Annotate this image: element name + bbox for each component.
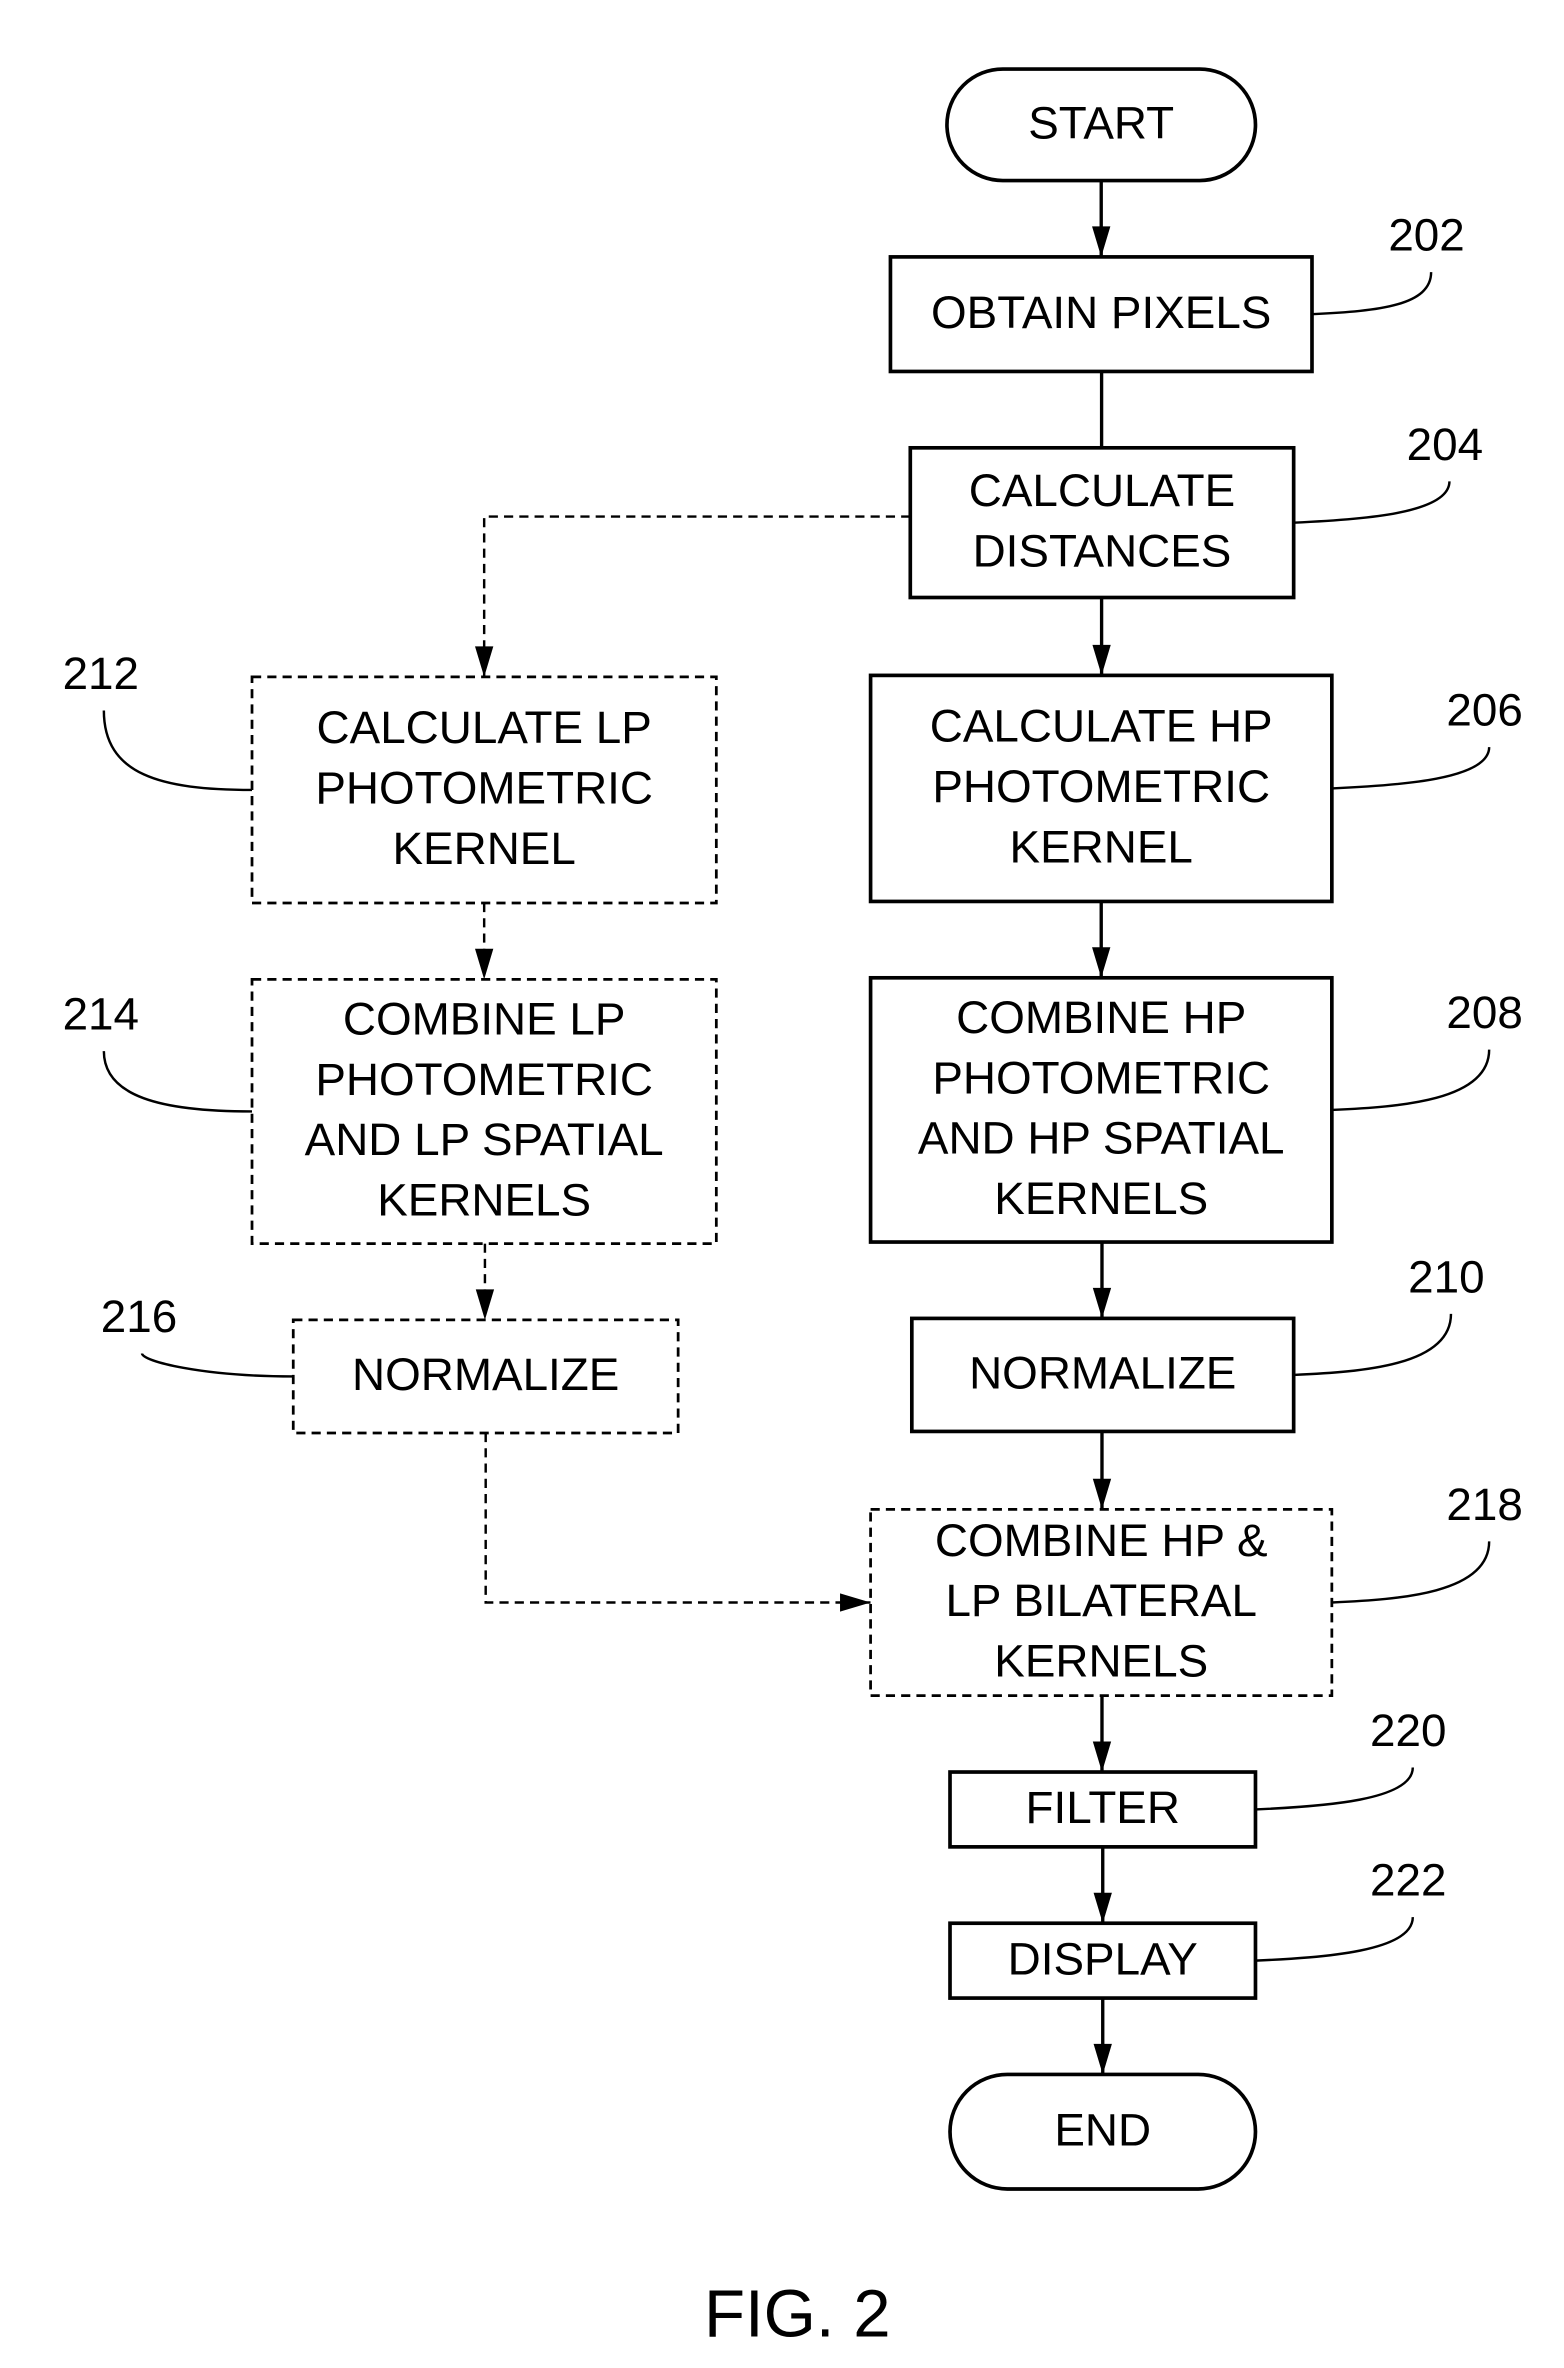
leader-line-208	[1331, 1049, 1491, 1112]
reference-numeral-214: 214	[63, 989, 139, 1040]
arrowhead-icon	[1092, 947, 1111, 978]
node-start: START	[945, 67, 1258, 183]
node-filter: FILTER	[948, 1770, 1258, 1849]
edge-calculate-distances-to-calculate-lp-kernel	[475, 515, 911, 677]
calculate-lp-kernel-label-line: CALCULATE LP	[317, 702, 652, 753]
leader-line-214	[102, 1051, 253, 1113]
edge-normalize-lp-to-combine-bilateral	[484, 1432, 871, 1612]
combine-hp-kernels-label-line: KERNELS	[994, 1173, 1208, 1224]
combine-hp-kernels-label-line: PHOTOMETRIC	[932, 1052, 1270, 1103]
arrowhead-icon	[1092, 1287, 1112, 1319]
reference-numeral-206: 206	[1446, 685, 1522, 736]
combine-hp-kernels-label-line: COMBINE HP	[956, 992, 1246, 1043]
combine-lp-kernels-label-line: PHOTOMETRIC	[315, 1054, 653, 1105]
arrowhead-icon	[1092, 644, 1111, 676]
node-calculate-lp-kernel: CALCULATE LP PHOTOMETRIC KERNEL	[250, 675, 718, 905]
reference-numeral-208: 208	[1446, 987, 1522, 1038]
edge-combine-bilateral-to-filter	[1092, 1695, 1112, 1773]
node-combine-hp-kernels: COMBINE HP PHOTOMETRIC AND HP SPATIAL KERNE…	[868, 975, 1334, 1244]
edge-combine-hp-kernels-to-normalize-hp	[1092, 1242, 1112, 1319]
leader-line-210	[1293, 1313, 1453, 1377]
edge-display-to-end	[1093, 1998, 1112, 2075]
reference-numeral-204: 204	[1407, 419, 1483, 470]
obtain-pixels-label-line: OBTAIN PIXELS	[931, 287, 1271, 338]
combine-lp-kernels-label-line: AND LP SPATIAL	[305, 1114, 664, 1165]
normalize-hp-label-line: NORMALIZE	[969, 1348, 1236, 1399]
leader-line-220	[1255, 1767, 1415, 1811]
connector-line	[484, 1432, 871, 1604]
node-normalize-hp: NORMALIZE	[909, 1316, 1296, 1434]
combine-bilateral-label-line: LP BILATERAL	[945, 1575, 1257, 1626]
combine-bilateral-label-line: KERNELS	[994, 1635, 1208, 1686]
edge-start-to-obtain-pixels	[1092, 180, 1111, 257]
edge-calculate-distances-to-calculate-hp-kernel	[1092, 597, 1111, 676]
reference-numeral-210: 210	[1408, 1251, 1484, 1302]
reference-numeral-216: 216	[101, 1291, 177, 1342]
node-obtain-pixels: OBTAIN PIXELS	[888, 255, 1314, 374]
combine-hp-kernels-label-line: AND HP SPATIAL	[918, 1113, 1285, 1164]
node-display: DISPLAY	[948, 1921, 1258, 2000]
edge-combine-lp-kernels-to-normalize-lp	[475, 1243, 495, 1320]
calculate-lp-kernel-label-line: PHOTOMETRIC	[315, 763, 653, 814]
node-calculate-distances: CALCULATE DISTANCES	[908, 445, 1296, 600]
calculate-hp-kernel-label-line: KERNEL	[1010, 821, 1193, 872]
end-label-line: END	[1054, 2104, 1151, 2155]
calculate-lp-kernel-label-line: KERNEL	[393, 823, 576, 874]
display-label-line: DISPLAY	[1008, 1933, 1198, 1984]
figure-caption: FIG. 2	[704, 2277, 891, 2352]
leader-line-222	[1255, 1916, 1415, 1962]
leader-line-202	[1311, 272, 1433, 316]
arrowhead-icon	[475, 1289, 495, 1320]
arrowhead-icon	[1093, 1892, 1112, 1924]
calculate-distances-label-line: CALCULATE	[969, 465, 1235, 516]
combine-lp-kernels-label-line: KERNELS	[377, 1175, 591, 1226]
edge-normalize-hp-to-combine-bilateral	[1092, 1431, 1112, 1510]
leader-line-206	[1331, 747, 1491, 790]
leader-line-212	[102, 710, 253, 792]
node-end: END	[948, 2072, 1258, 2191]
reference-numeral-222: 222	[1370, 1855, 1446, 1906]
start-label-line: START	[1028, 97, 1174, 148]
node-normalize-lp: NORMALIZE	[291, 1318, 680, 1435]
leader-line-216	[140, 1352, 294, 1378]
combine-lp-kernels-label-line: COMBINE LP	[343, 994, 626, 1045]
arrowhead-icon	[1092, 226, 1111, 257]
arrowhead-icon	[1092, 1741, 1112, 1773]
combine-bilateral-label-line: COMBINE HP &	[935, 1515, 1268, 1566]
calculate-hp-kernel-label-line: CALCULATE HP	[930, 701, 1273, 752]
arrowhead-icon	[475, 646, 494, 677]
edge-calculate-hp-kernel-to-combine-hp-kernels	[1092, 901, 1111, 978]
calculate-hp-kernel-label-line: PHOTOMETRIC	[932, 761, 1270, 812]
node-calculate-hp-kernel: CALCULATE HP PHOTOMETRIC KERNEL	[868, 673, 1334, 904]
arrowhead-icon	[475, 948, 494, 980]
edge-calculate-lp-kernel-to-combine-lp-kernels	[475, 902, 494, 980]
edge-filter-to-display	[1093, 1846, 1112, 1924]
filter-label-line: FILTER	[1026, 1782, 1180, 1833]
leader-line-218	[1331, 1541, 1491, 1604]
flowchart: STARTOBTAIN PIXELSCALCULATEDISTANCESCALC…	[63, 67, 1523, 2352]
arrowhead-icon	[1092, 1478, 1112, 1510]
reference-numeral-218: 218	[1446, 1479, 1522, 1530]
node-combine-bilateral: COMBINE HP & LP BILATERAL KERNELS	[869, 1507, 1334, 1698]
calculate-distances-label-line: DISTANCES	[973, 525, 1232, 576]
reference-numeral-202: 202	[1388, 210, 1464, 261]
reference-numeral-212: 212	[63, 648, 139, 699]
arrowhead-icon	[840, 1593, 871, 1612]
reference-numeral-220: 220	[1370, 1705, 1446, 1756]
arrowhead-icon	[1093, 2043, 1112, 2075]
node-combine-lp-kernels: COMBINE LP PHOTOMETRIC AND LP SPATIAL KERNE…	[250, 977, 718, 1245]
leader-line-204	[1293, 481, 1451, 524]
connector-line	[482, 515, 911, 677]
normalize-lp-label-line: NORMALIZE	[352, 1349, 619, 1400]
